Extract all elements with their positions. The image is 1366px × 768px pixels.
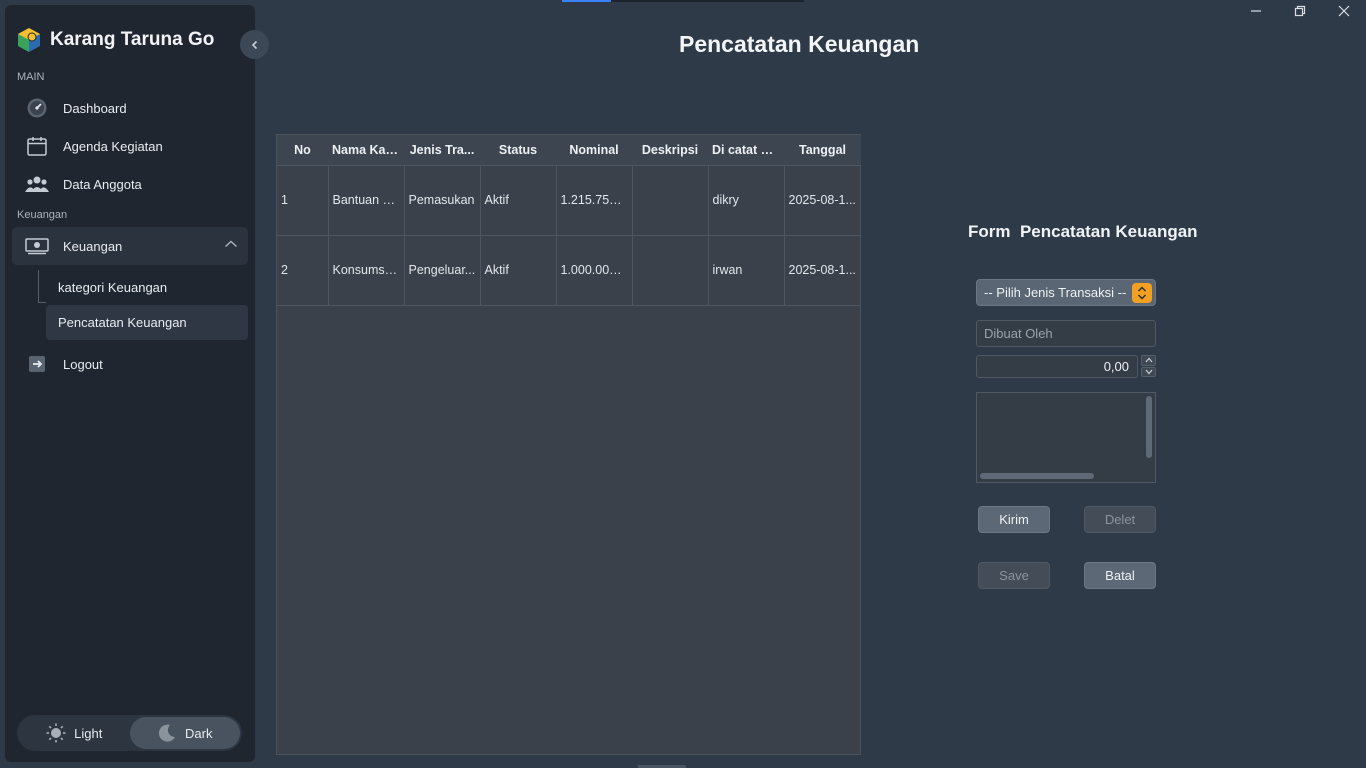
app-title: Karang Taruna Go	[50, 29, 215, 50]
column-header-status[interactable]: Status	[480, 135, 556, 166]
theme-dark-label: Dark	[185, 725, 213, 741]
chevron-up-icon	[225, 240, 237, 248]
sidebar-item-label: Dashboard	[63, 100, 127, 116]
vertical-scrollbar[interactable]	[1146, 396, 1152, 458]
table-row[interactable]: 1 Bantuan S... Pemasukan Aktif 1.215.752…	[277, 165, 861, 236]
save-button[interactable]: Save	[978, 562, 1050, 589]
table-cell: Bantuan S...	[328, 165, 405, 236]
table-cell: Pemasukan	[404, 165, 481, 236]
table-cell	[632, 165, 709, 236]
table-cell: Aktif	[480, 165, 557, 236]
sidebar-item-agenda-kegiatan[interactable]: Agenda Kegiatan	[12, 127, 248, 165]
page-title: Pencatatan Keuangan	[679, 31, 920, 57]
theme-light-label: Light	[74, 725, 103, 741]
users-icon	[25, 172, 49, 196]
table-cell: 1.215.752....	[556, 165, 633, 236]
sidebar: Karang Taruna Go MAIN Dashboard Agenda K…	[5, 5, 269, 762]
restore-button[interactable]	[1278, 0, 1322, 22]
theme-dark-option[interactable]: Dark	[129, 717, 240, 749]
sidebar-item-dashboard[interactable]: Dashboard	[12, 89, 248, 127]
brand-logo-icon	[18, 28, 40, 52]
minimize-icon	[1251, 10, 1261, 12]
nominal-stepper[interactable]: 0,00	[976, 355, 1138, 378]
theme-toggle: Light Dark	[17, 715, 242, 751]
nominal-stepper-buttons	[1141, 355, 1156, 378]
sidebar-item-label: Data Anggota	[63, 176, 142, 192]
table-cell: Aktif	[480, 235, 557, 306]
sidebar-item-keuangan[interactable]: Keuangan	[12, 227, 248, 265]
kirim-button[interactable]: Kirim	[978, 506, 1050, 533]
dashboard-gauge-icon	[25, 96, 49, 120]
table-cell: 1	[277, 165, 329, 236]
section-label-keuangan: Keuangan	[17, 209, 68, 221]
column-header-nominal[interactable]: Nominal	[556, 135, 632, 166]
sidebar-subitem-pencatatan-keuangan[interactable]: Pencatatan Keuangan	[46, 305, 248, 340]
brand: Karang Taruna Go	[16, 27, 214, 53]
theme-light-option[interactable]: Light	[19, 717, 130, 749]
table-cell	[632, 235, 709, 306]
decrement-button[interactable]	[1141, 366, 1156, 377]
batal-button[interactable]: Batal	[1084, 562, 1156, 589]
chevron-up-icon	[1145, 357, 1152, 363]
tree-connector	[38, 270, 39, 302]
window-controls	[1234, 0, 1366, 22]
column-header-dicatat-oleh[interactable]: Di catat oleh	[708, 135, 784, 166]
sidebar-subitem-kategori-keuangan[interactable]: kategori Keuangan	[46, 270, 248, 305]
column-header-deskripsi[interactable]: Deskripsi	[632, 135, 708, 166]
table-cell: irwan	[708, 235, 785, 306]
delet-button[interactable]: Delet	[1084, 506, 1156, 533]
sidebar-item-logout[interactable]: Logout	[12, 345, 248, 383]
table-cell: dikry	[708, 165, 785, 236]
sidebar-item-data-anggota[interactable]: Data Anggota	[12, 165, 248, 203]
select-arrow-button[interactable]	[1132, 283, 1152, 303]
restore-icon	[1294, 5, 1306, 17]
logout-icon	[25, 352, 49, 376]
sidebar-item-label: Agenda Kegiatan	[63, 138, 163, 154]
table-cell: 2	[277, 235, 329, 306]
tree-connector-tick	[38, 302, 46, 303]
dibuat-oleh-field[interactable]	[976, 320, 1156, 347]
horizontal-scrollbar[interactable]	[980, 473, 1094, 479]
deskripsi-textarea[interactable]	[976, 392, 1156, 483]
sun-icon	[46, 723, 66, 743]
form-title: Form Pencatatan Keuangan	[968, 222, 1198, 241]
close-button[interactable]	[1322, 0, 1366, 22]
chevron-left-icon	[251, 40, 257, 49]
top-tab-active-indicator	[562, 0, 611, 2]
table-cell: 1.000.000,...	[556, 235, 633, 306]
table-cell: 2025-08-1...	[784, 165, 861, 236]
table-header-row: No Nama Kat... Jenis Tra... Status Nomin…	[277, 135, 861, 166]
increment-button[interactable]	[1141, 355, 1156, 366]
section-label-main: MAIN	[17, 71, 45, 83]
table-cell: Pengeluar...	[404, 235, 481, 306]
column-header-jenis-transaksi[interactable]: Jenis Tra...	[404, 135, 480, 166]
column-header-tanggal[interactable]: Tanggal	[784, 135, 861, 166]
nominal-value: 0,00	[1103, 359, 1129, 374]
sidebar-item-label: Logout	[63, 356, 103, 372]
column-header-nama-kategori[interactable]: Nama Kat...	[328, 135, 404, 166]
close-icon	[1338, 5, 1350, 17]
minimize-button[interactable]	[1234, 0, 1278, 22]
money-icon	[25, 234, 49, 258]
sidebar-subitem-label: Pencatatan Keuangan	[58, 315, 187, 330]
sidebar-collapse-button[interactable]	[240, 30, 269, 59]
table-cell: 2025-08-1...	[784, 235, 861, 306]
chevron-down-icon	[1145, 369, 1152, 375]
table-row[interactable]: 2 Konsumsi ... Pengeluar... Aktif 1.000.…	[277, 235, 861, 306]
finance-table: No Nama Kat... Jenis Tra... Status Nomin…	[276, 134, 861, 755]
select-value: -- Pilih Jenis Transaksi --	[984, 285, 1127, 300]
sidebar-subitem-label: kategori Keuangan	[58, 280, 168, 295]
chevron-up-down-icon	[1137, 286, 1147, 300]
column-header-no[interactable]: No	[277, 135, 328, 166]
table-cell: Konsumsi ...	[328, 235, 405, 306]
sidebar-item-label: Keuangan	[63, 238, 123, 254]
calendar-icon	[25, 134, 49, 158]
top-tab-indicator	[562, 0, 804, 2]
jenis-transaksi-select[interactable]: -- Pilih Jenis Transaksi --	[976, 279, 1156, 306]
moon-icon	[158, 724, 176, 742]
data-table: No Nama Kat... Jenis Tra... Status Nomin…	[277, 135, 861, 306]
